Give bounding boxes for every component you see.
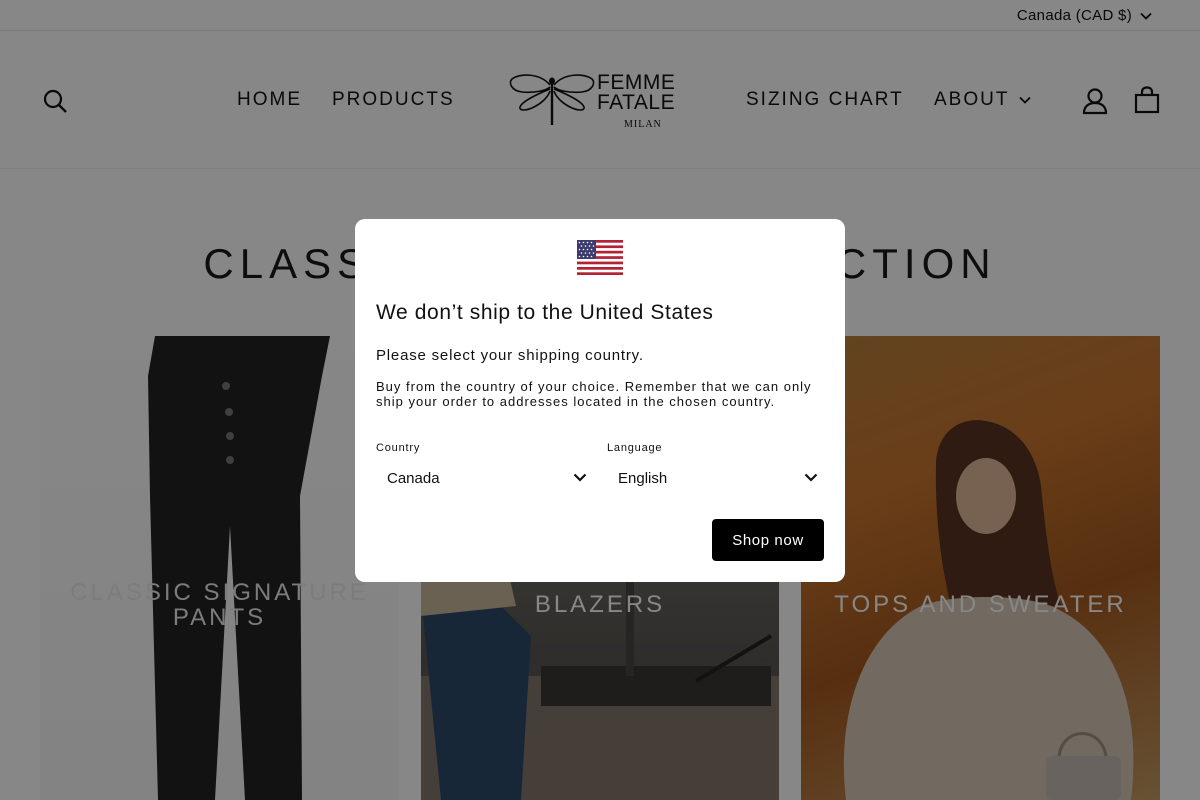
shop-now-button[interactable]: Shop now (712, 519, 824, 561)
country-select[interactable]: Canada (376, 464, 588, 492)
country-select-value: Canada (387, 470, 440, 487)
country-field-label: Country (376, 442, 421, 454)
language-select[interactable]: English (607, 464, 819, 492)
us-flag-icon (577, 240, 623, 275)
modal-title: We don’t ship to the United States (376, 301, 714, 324)
shipping-country-modal: We don’t ship to the United States Pleas… (355, 219, 845, 582)
language-select-value: English (618, 470, 668, 487)
modal-subtitle: Please select your shipping country. (376, 347, 644, 364)
modal-description: Buy from the country of your choice. Rem… (376, 379, 812, 409)
language-field-label: Language (607, 442, 663, 454)
chevron-down-icon (804, 473, 818, 482)
chevron-down-icon (573, 473, 587, 482)
